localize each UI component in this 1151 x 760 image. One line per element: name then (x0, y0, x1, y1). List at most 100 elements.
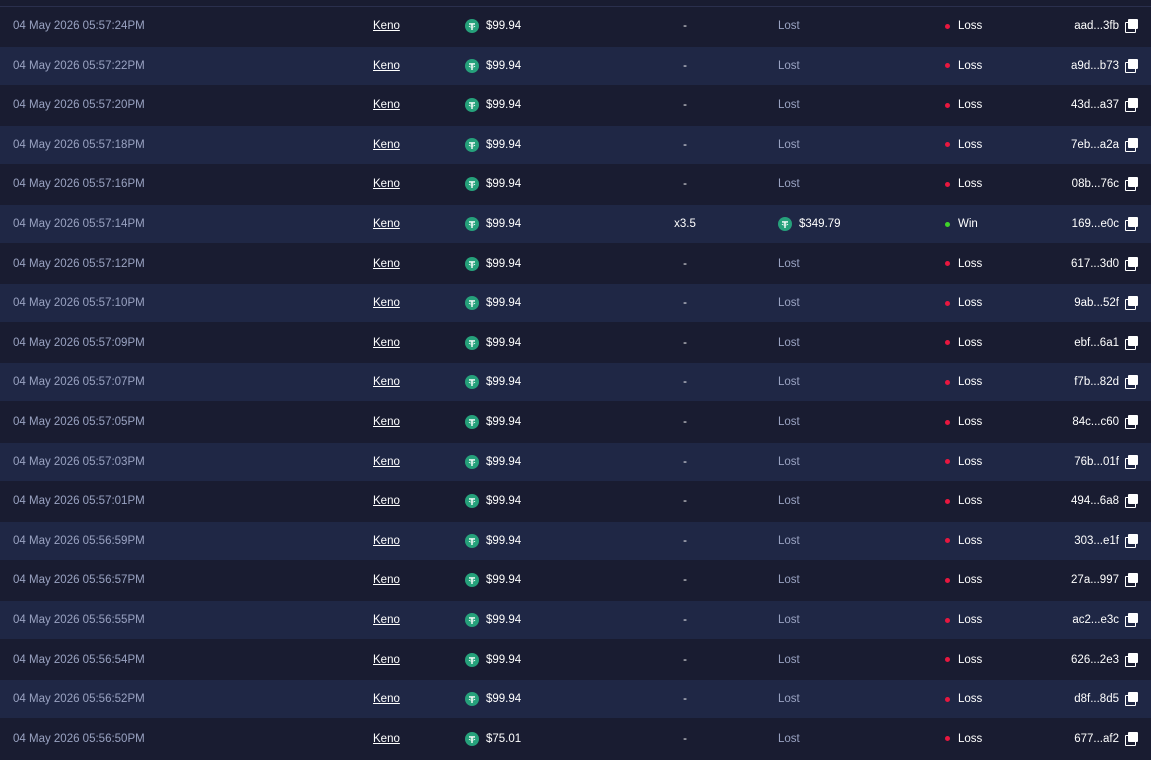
result-cell: Loss (945, 641, 982, 679)
status-dot-icon (945, 379, 950, 385)
copy-icon[interactable] (1125, 692, 1139, 707)
multiplier: - (683, 178, 687, 191)
bet-amount: $99.94 (486, 534, 522, 547)
status-dot-icon (945, 538, 950, 544)
game-link[interactable]: Keno (373, 245, 400, 283)
status-dot-icon (945, 221, 950, 227)
payout-value: Lost (778, 732, 800, 745)
bet-hash: f7b...82d (1074, 376, 1119, 389)
copy-icon[interactable] (1125, 573, 1139, 588)
game-link[interactable]: Keno (373, 126, 400, 164)
bet-date: 04 May 2026 05:57:03PM (13, 455, 145, 468)
game-link[interactable]: Keno (373, 7, 400, 45)
payout-value: Lost (778, 495, 800, 508)
bet-hash-cell: ebf...6a1 (1074, 324, 1139, 362)
game-link[interactable]: Keno (373, 403, 400, 441)
payout-value: Lost (778, 653, 800, 666)
table-row: 04 May 2026 05:56:55PM Keno $99.94 - Lost Los… (0, 601, 1151, 639)
game-link[interactable]: Keno (373, 284, 400, 322)
bet-date: 04 May 2026 05:57:18PM (13, 138, 145, 151)
copy-icon[interactable] (1125, 335, 1139, 350)
table-row: 04 May 2026 05:57:12PM Keno $99.94 - Lost Los… (0, 244, 1151, 283)
table-row: 04 May 2026 05:57:01PM Keno $99.94 - Lost Los… (0, 482, 1151, 521)
result-label: Loss (958, 257, 983, 270)
copy-icon[interactable] (1125, 217, 1139, 231)
result-label: Loss (958, 99, 983, 112)
result-label: Loss (958, 614, 983, 626)
game-link[interactable]: Keno (373, 324, 400, 362)
bet-hash: a9d...b73 (1071, 59, 1119, 72)
multiplier: - (683, 257, 687, 270)
bet-hash-cell: 303...e1f (1074, 522, 1139, 560)
bet-amount: $99.94 (486, 455, 522, 468)
game-link[interactable]: Keno (373, 443, 400, 481)
multiplier: - (683, 653, 687, 666)
bet-date: 04 May 2026 05:56:52PM (13, 693, 145, 706)
copy-icon[interactable] (1125, 731, 1139, 746)
bet-amount: $99.94 (486, 218, 522, 230)
payout-value: Lost (778, 297, 800, 310)
multiplier: - (683, 574, 687, 587)
copy-icon[interactable] (1125, 58, 1139, 73)
game-link[interactable]: Keno (373, 601, 400, 639)
tether-usdt-icon (465, 19, 479, 33)
multiplier: x3.5 (674, 218, 696, 230)
tether-usdt-icon (465, 692, 479, 707)
copy-icon[interactable] (1125, 533, 1139, 548)
copy-icon[interactable] (1125, 137, 1139, 152)
game-link[interactable]: Keno (373, 482, 400, 520)
result-cell: Loss (945, 522, 982, 560)
result-cell: Loss (945, 7, 982, 45)
result-label: Loss (958, 732, 983, 745)
payout-value: $349.79 (799, 218, 841, 230)
game-link[interactable]: Keno (373, 47, 400, 85)
game-link[interactable]: Keno (373, 165, 400, 203)
table-row: 04 May 2026 05:56:59PM Keno $99.94 - Lost Los… (0, 521, 1151, 560)
copy-icon[interactable] (1125, 177, 1139, 192)
result-label: Win (958, 218, 978, 230)
copy-icon[interactable] (1125, 296, 1139, 311)
bet-hash: aad...3fb (1074, 20, 1119, 32)
payout-cell: Lost (778, 284, 800, 322)
tether-usdt-icon (465, 415, 479, 429)
bet-hash: 76b...01f (1074, 455, 1119, 468)
copy-icon[interactable] (1125, 494, 1139, 509)
bet-amount-cell: $99.94 (465, 561, 521, 599)
multiplier: - (683, 614, 687, 626)
tether-usdt-icon (465, 494, 479, 509)
copy-icon[interactable] (1125, 19, 1139, 33)
game-link[interactable]: Keno (373, 561, 400, 599)
game-link[interactable]: Keno (373, 680, 400, 718)
result-label: Loss (958, 376, 983, 389)
game-link[interactable]: Keno (373, 641, 400, 679)
payout-cell: Lost (778, 561, 800, 599)
game-link[interactable]: Keno (373, 205, 400, 243)
copy-icon[interactable] (1125, 256, 1139, 271)
copy-icon[interactable] (1125, 652, 1139, 667)
payout-value: Lost (778, 178, 800, 191)
game-link[interactable]: Keno (373, 720, 400, 758)
table-row: 04 May 2026 05:57:24PM Keno $99.94 - Lost Los… (0, 7, 1151, 45)
result-cell: Loss (945, 680, 982, 718)
result-cell: Loss (945, 363, 982, 401)
bet-hash: 43d...a37 (1071, 99, 1119, 112)
payout-cell: Lost (778, 165, 800, 203)
copy-icon[interactable] (1125, 98, 1139, 113)
payout-cell: Lost (778, 641, 800, 679)
bet-date: 04 May 2026 05:57:14PM (13, 218, 145, 230)
multiplier: - (683, 138, 687, 151)
table-row: 04 May 2026 05:57:09PM Keno $99.94 - Lost Los… (0, 323, 1151, 362)
game-link[interactable]: Keno (373, 363, 400, 401)
bet-amount-cell: $99.94 (465, 443, 521, 481)
copy-icon[interactable] (1125, 454, 1139, 469)
game-link[interactable]: Keno (373, 522, 400, 560)
copy-icon[interactable] (1125, 375, 1139, 390)
payout-value: Lost (778, 534, 800, 547)
tether-usdt-icon (465, 335, 479, 350)
copy-icon[interactable] (1125, 415, 1139, 429)
status-dot-icon (945, 340, 950, 346)
bet-hash-cell: 9ab...52f (1074, 284, 1139, 322)
game-link[interactable]: Keno (373, 86, 400, 124)
bet-hash: 08b...76c (1071, 178, 1119, 191)
copy-icon[interactable] (1125, 613, 1139, 627)
